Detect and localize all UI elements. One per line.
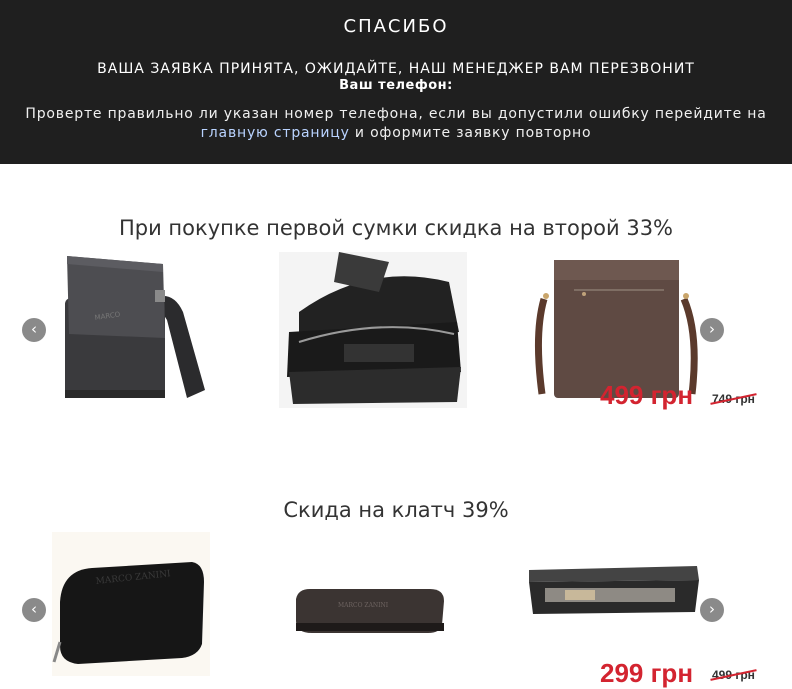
svg-text:MARCO ZANINI: MARCO ZANINI bbox=[338, 602, 389, 609]
chevron-left-icon: ‹ bbox=[31, 600, 37, 618]
product-image-bag-grey[interactable]: MARCO bbox=[55, 250, 205, 405]
product-image-clutch-brown[interactable]: MARCO ZANINI bbox=[290, 585, 450, 637]
clutch-sale-price: 299 грн bbox=[600, 658, 694, 688]
bags-offer-title: При покупке первой сумки скидка на второ… bbox=[118, 216, 674, 240]
confirmation-message: ВАША ЗАЯВКА ПРИНЯТА, ОЖИДАЙТЕ, НАШ МЕНЕД… bbox=[97, 61, 695, 77]
bags-carousel-prev[interactable]: ‹ bbox=[22, 318, 46, 342]
chevron-right-icon: › bbox=[709, 600, 715, 618]
phone-label: Ваш телефон: bbox=[339, 78, 453, 93]
product-image-bag-open[interactable] bbox=[279, 252, 467, 408]
bag-old-price: 749 грн bbox=[712, 392, 755, 406]
note-text-start: Проверте правильно ли указан номер телеф… bbox=[25, 106, 767, 122]
page-title: СПАСИБО bbox=[343, 16, 449, 37]
thank-you-header: СПАСИБО ВАША ЗАЯВКА ПРИНЯТА, ОЖИДАЙТЕ, Н… bbox=[0, 0, 792, 164]
product-image-clutch-black[interactable]: MARCO ZANINI bbox=[52, 532, 210, 676]
note-text-end: и оформите заявку повторно bbox=[354, 125, 592, 141]
clutch-old-price: 499 грн bbox=[712, 668, 755, 682]
bag-sale-price: 499 грн bbox=[600, 380, 694, 410]
chevron-right-icon: › bbox=[709, 320, 715, 338]
home-page-link[interactable]: главную страницу bbox=[201, 125, 350, 141]
clutch-carousel-prev[interactable]: ‹ bbox=[22, 598, 46, 622]
phone-check-note: Проверте правильно ли указан номер телеф… bbox=[10, 105, 782, 143]
clutch-carousel-next[interactable]: › bbox=[700, 598, 724, 622]
product-image-clutch-open[interactable] bbox=[525, 560, 703, 618]
clutch-offer-title: Скида на клатч 39% bbox=[283, 498, 509, 522]
chevron-left-icon: ‹ bbox=[31, 320, 37, 338]
bags-carousel-next[interactable]: › bbox=[700, 318, 724, 342]
